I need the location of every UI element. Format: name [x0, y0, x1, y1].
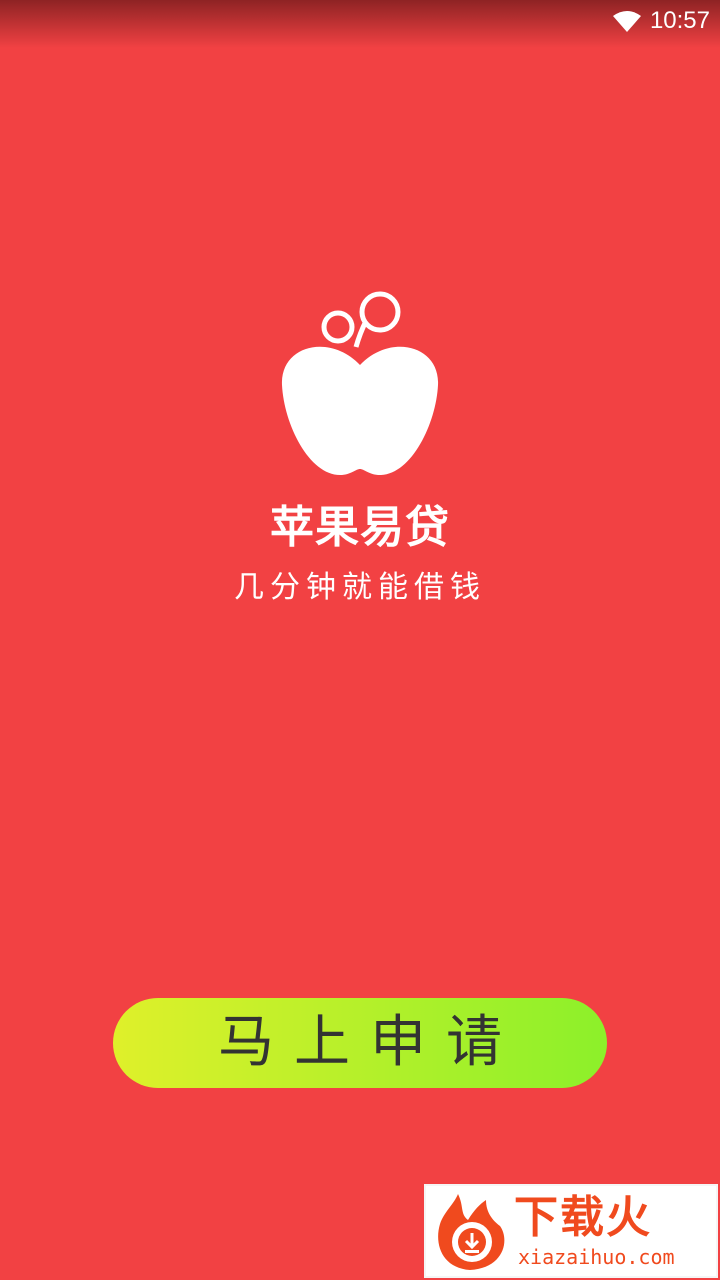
wifi-icon — [613, 11, 641, 32]
app-tagline: 几分钟就能借钱 — [234, 570, 486, 605]
status-bar: 10:57 — [0, 0, 720, 48]
status-time: 10:57 — [649, 7, 710, 34]
apple-logo-icon — [281, 291, 439, 476]
watermark-badge: 下载火 xiazaihuo.com — [424, 1184, 718, 1278]
watermark-url: xiazaihuo.com — [518, 1245, 675, 1269]
watermark-brand: 下载火 — [514, 1192, 652, 1243]
apply-now-button[interactable]: 马上申请 — [113, 998, 607, 1088]
app-title: 苹果易贷 — [270, 502, 450, 553]
flame-logo-icon — [438, 1194, 505, 1270]
